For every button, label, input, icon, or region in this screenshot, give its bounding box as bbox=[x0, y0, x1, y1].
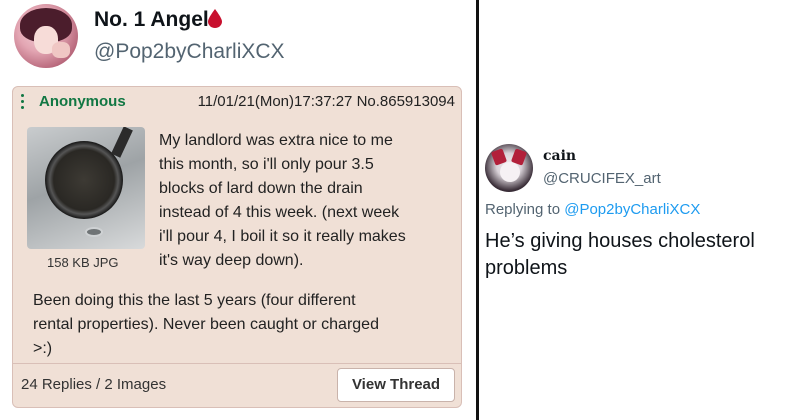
kebab-menu-icon[interactable] bbox=[21, 94, 25, 110]
post-line: Been doing this the last 5 years (four d… bbox=[33, 292, 356, 309]
drain-image bbox=[85, 227, 103, 237]
post-meta: 11/01/21(Mon)17:37:27 No.865913094 bbox=[197, 93, 455, 110]
post-image-thumbnail[interactable] bbox=[27, 127, 145, 249]
avatar-hand bbox=[52, 42, 70, 58]
reply-text: He’s giving houses cholesterol problems bbox=[485, 228, 795, 282]
replying-to-line: Replying to @Pop2byCharliXCX bbox=[485, 201, 700, 218]
post-line: it's way deep down). bbox=[159, 252, 304, 269]
post-body: My landlord was extra nice to me this mo… bbox=[159, 129, 451, 273]
reply-tweet: cain @CRUCIFEX_art Replying to @Pop2byCh… bbox=[479, 0, 800, 420]
reply-author-handle[interactable]: @CRUCIFEX_art bbox=[543, 170, 661, 187]
post-line: this month, so i'll only pour 3.5 bbox=[159, 156, 374, 173]
post-header: Anonymous 11/01/21(Mon)17:37:27 No.86591… bbox=[13, 87, 461, 117]
reply-avatar[interactable] bbox=[485, 144, 533, 192]
post-line: instead of 4 this week. (next week bbox=[159, 204, 400, 221]
replying-to-prefix: Replying to bbox=[485, 201, 565, 218]
reply-line: problems bbox=[485, 257, 568, 279]
reply-author-name[interactable]: cain bbox=[543, 148, 576, 164]
view-thread-button[interactable]: View Thread bbox=[337, 368, 455, 402]
avatar-face bbox=[500, 162, 520, 182]
post-line: >:) bbox=[33, 340, 53, 357]
author-avatar[interactable] bbox=[14, 4, 78, 68]
image-caption: 158 KB JPG bbox=[47, 255, 119, 270]
post-line: i'll pour 4, I boil it so it really make… bbox=[159, 228, 406, 245]
pan-handle bbox=[111, 127, 133, 158]
post-footer: 24 Replies / 2 Images View Thread bbox=[13, 363, 461, 407]
drop-of-blood-icon bbox=[208, 9, 222, 28]
post-line: My landlord was extra nice to me bbox=[159, 132, 393, 149]
author-handle[interactable]: @Pop2byCharliXCX bbox=[94, 40, 285, 64]
post-line: rental properties). Never been caught or… bbox=[33, 316, 379, 333]
replies-count: 24 Replies / 2 Images bbox=[21, 376, 167, 393]
author-name[interactable]: No. 1 Angel bbox=[94, 8, 209, 32]
replying-to-handle-link[interactable]: @Pop2byCharliXCX bbox=[564, 201, 700, 218]
reply-line: He’s giving houses cholesterol bbox=[485, 230, 755, 252]
post-body-continued: Been doing this the last 5 years (four d… bbox=[33, 289, 453, 361]
original-tweet: No. 1 Angel @Pop2byCharliXCX Anonymous 1… bbox=[0, 0, 476, 420]
post-line: blocks of lard down the drain bbox=[159, 180, 363, 197]
anon-post-card: Anonymous 11/01/21(Mon)17:37:27 No.86591… bbox=[12, 86, 462, 408]
poster-name: Anonymous bbox=[39, 93, 126, 110]
